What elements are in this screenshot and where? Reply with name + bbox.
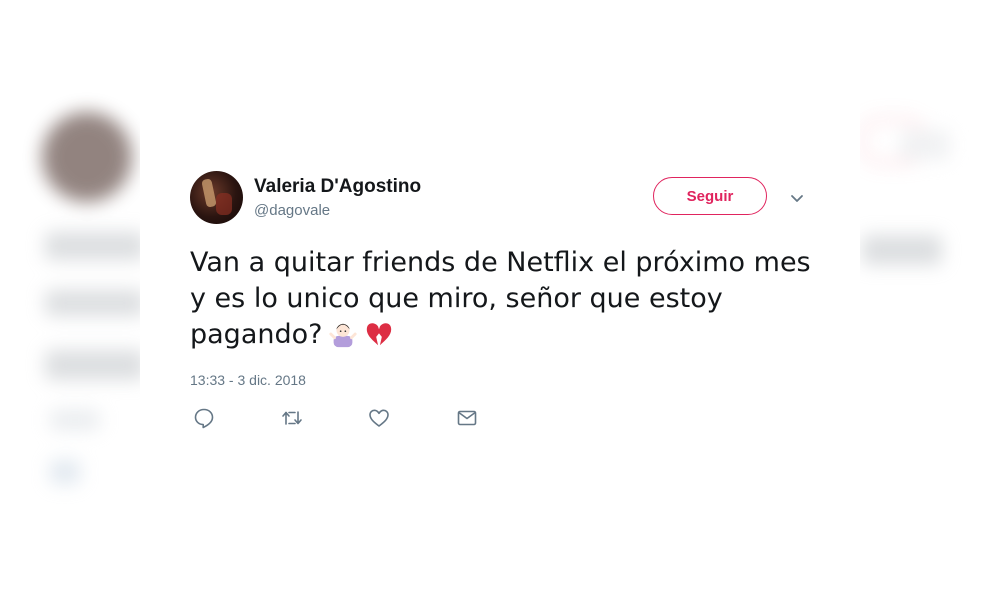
chevron-down-icon[interactable] [789, 190, 805, 206]
tweet-text-line: Van a quitar friends de Netflix el próxi… [190, 247, 811, 278]
display-name[interactable]: Valeria D'Agostino [254, 176, 421, 198]
timestamp[interactable]: 13:33 - 3 dic. 2018 [190, 372, 306, 388]
handle[interactable]: @dagovale [254, 202, 330, 219]
person-shrugging-emoji [329, 323, 358, 348]
broken-heart-emoji [367, 323, 392, 346]
like-icon[interactable] [367, 406, 391, 430]
tweet-text-line: y es lo unico que miro, señor que estoy [190, 283, 723, 314]
retweet-icon[interactable] [280, 406, 304, 430]
reply-icon[interactable] [192, 406, 216, 430]
tweet-text: Van a quitar friends de Netflix el próxi… [190, 245, 830, 353]
tweet-text-line: pagando? [190, 319, 323, 350]
avatar[interactable] [190, 171, 243, 224]
follow-button[interactable]: Seguir [653, 177, 767, 215]
direct-message-icon[interactable] [455, 406, 479, 430]
tweet-card: Valeria D'Agostino @dagovale Seguir Van … [140, 100, 860, 510]
